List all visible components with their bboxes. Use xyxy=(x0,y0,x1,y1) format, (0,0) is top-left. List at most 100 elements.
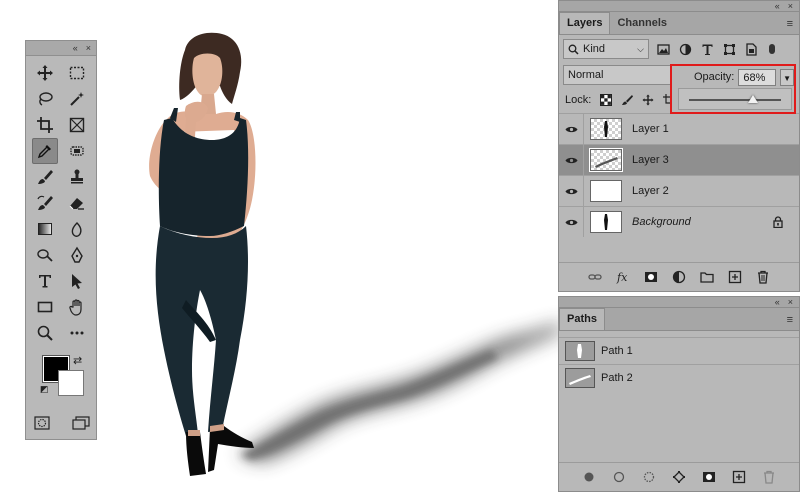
layers-panel: « × Layers Channels ≡ Kind ⌵ Normal ⌵ Lo… xyxy=(558,0,800,292)
eraser-icon[interactable] xyxy=(64,190,90,216)
trash-icon[interactable] xyxy=(762,470,776,484)
chevron-down-icon[interactable]: ▼ xyxy=(780,68,794,86)
path-name: Path 1 xyxy=(601,345,633,357)
new-path-icon[interactable] xyxy=(732,470,746,484)
hand-icon[interactable] xyxy=(64,294,90,320)
crop-icon[interactable] xyxy=(32,112,58,138)
gradient-icon[interactable] xyxy=(32,216,58,242)
path-row-1[interactable]: Path 1 xyxy=(559,337,799,364)
quick-mask-icon[interactable] xyxy=(34,416,50,433)
fx-icon[interactable]: fx xyxy=(616,270,630,284)
image-filter-icon[interactable] xyxy=(657,43,670,56)
paths-footer xyxy=(559,462,799,491)
path-thumbnail xyxy=(565,341,595,361)
lock-pixels-icon[interactable] xyxy=(621,94,634,106)
swap-colors-icon[interactable]: ⇄ xyxy=(73,354,82,367)
new-group-icon[interactable] xyxy=(700,270,714,284)
visibility-eye-icon[interactable] xyxy=(559,218,583,227)
rect-marquee-icon[interactable] xyxy=(64,60,90,86)
lasso-icon[interactable] xyxy=(32,86,58,112)
new-layer-icon[interactable] xyxy=(728,270,742,284)
spot-healing-icon[interactable] xyxy=(64,138,90,164)
close-icon[interactable]: × xyxy=(788,1,793,11)
shape-filter-icon[interactable] xyxy=(723,43,736,56)
layer-row-background[interactable]: Background xyxy=(559,206,799,237)
path-row-2[interactable]: Path 2 xyxy=(559,364,799,391)
tab-channels[interactable]: Channels xyxy=(610,13,674,34)
layer-name: Layer 1 xyxy=(632,123,669,135)
blur-icon[interactable] xyxy=(64,216,90,242)
path-thumbnail xyxy=(565,368,595,388)
layer-thumbnail xyxy=(590,180,622,202)
load-selection-icon[interactable] xyxy=(642,470,656,484)
layer-name: Layer 2 xyxy=(632,185,669,197)
eyedropper-icon[interactable] xyxy=(32,138,58,164)
visibility-eye-icon[interactable] xyxy=(559,187,583,196)
opacity-label: Opacity: xyxy=(694,71,735,83)
panel-menu-icon[interactable]: ≡ xyxy=(787,314,793,326)
visibility-eye-icon[interactable] xyxy=(559,125,583,134)
color-swatches: ⇄ ◩ xyxy=(26,354,96,396)
history-brush-icon[interactable] xyxy=(32,190,58,216)
more-tools-icon[interactable] xyxy=(64,320,90,346)
add-mask-icon[interactable] xyxy=(702,470,716,484)
add-mask-icon[interactable] xyxy=(644,270,658,284)
layer-row-layer-3[interactable]: Layer 3 xyxy=(559,144,799,175)
adjustment-filter-icon[interactable] xyxy=(679,43,692,56)
tools-panel-header[interactable]: « × xyxy=(26,41,96,56)
filter-kind-select[interactable]: Kind ⌵ xyxy=(563,39,649,59)
tab-paths[interactable]: Paths xyxy=(559,308,605,330)
lock-label: Lock: xyxy=(565,94,592,106)
layer-row-layer-1[interactable]: Layer 1 xyxy=(559,113,799,144)
woman-figure xyxy=(149,32,256,476)
smart-object-filter-icon[interactable] xyxy=(745,42,758,56)
adjustment-layer-icon[interactable] xyxy=(672,270,686,284)
default-colors-icon[interactable]: ◩ xyxy=(40,384,49,395)
close-icon[interactable]: × xyxy=(86,43,91,53)
rectangle-icon[interactable] xyxy=(32,294,58,320)
filter-toggle-icon[interactable] xyxy=(769,44,775,54)
layer-name: Layer 3 xyxy=(632,154,669,166)
stroke-path-icon[interactable] xyxy=(612,470,626,484)
visibility-eye-icon[interactable] xyxy=(559,156,583,165)
fill-path-icon[interactable] xyxy=(582,470,596,484)
type-icon[interactable] xyxy=(32,268,58,294)
paths-panel-header[interactable]: « × xyxy=(559,297,799,308)
trash-icon[interactable] xyxy=(756,270,770,284)
lock-transparent-icon[interactable] xyxy=(600,94,613,106)
tools-panel: « × ⇄ ◩ xyxy=(25,40,97,440)
svg-text:fx: fx xyxy=(616,271,628,284)
layer-thumbnail xyxy=(590,118,622,140)
background-color-swatch[interactable] xyxy=(58,370,84,396)
opacity-slider-track[interactable] xyxy=(689,99,781,101)
screen-mode-icon[interactable] xyxy=(72,416,90,433)
layers-panel-header[interactable]: « × xyxy=(559,1,799,12)
opacity-input[interactable]: 68% xyxy=(738,68,777,86)
lock-position-icon[interactable] xyxy=(642,94,654,106)
close-icon[interactable]: × xyxy=(788,297,793,307)
type-filter-icon[interactable] xyxy=(701,43,714,56)
search-icon xyxy=(568,44,579,55)
path-selection-icon[interactable] xyxy=(64,268,90,294)
frame-icon[interactable] xyxy=(64,112,90,138)
link-layers-icon[interactable] xyxy=(588,270,602,284)
move-tool-icon[interactable] xyxy=(32,60,58,86)
pen-icon[interactable] xyxy=(64,242,90,268)
opacity-row: Opacity: 68% ▼ xyxy=(672,66,794,88)
zoom-icon[interactable] xyxy=(32,320,58,346)
dodge-icon[interactable] xyxy=(32,242,58,268)
collapse-icon[interactable]: « xyxy=(775,1,780,11)
layer-row-layer-2[interactable]: Layer 2 xyxy=(559,175,799,206)
brush-icon[interactable] xyxy=(32,164,58,190)
opacity-slider-thumb[interactable] xyxy=(747,95,758,103)
clone-stamp-icon[interactable] xyxy=(64,164,90,190)
tool-grid xyxy=(26,56,96,346)
lock-icon[interactable] xyxy=(773,216,783,231)
make-work-path-icon[interactable] xyxy=(672,470,686,484)
paths-panel: « × Paths ≡ Path 1 Path 2 xyxy=(558,296,800,492)
magic-wand-icon[interactable] xyxy=(64,86,90,112)
tab-layers[interactable]: Layers xyxy=(559,12,611,34)
panel-menu-icon[interactable]: ≡ xyxy=(787,18,793,30)
collapse-icon[interactable]: « xyxy=(775,297,780,307)
collapse-icon[interactable]: « xyxy=(73,43,78,53)
